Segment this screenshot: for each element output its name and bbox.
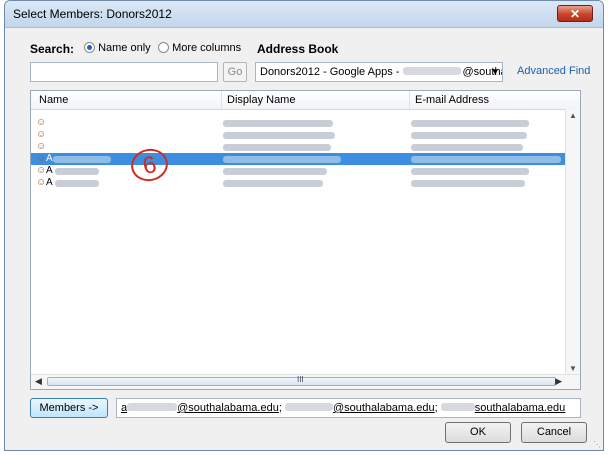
radio-more-columns-label: More columns	[172, 42, 242, 54]
list-row[interactable]: ☺	[31, 129, 568, 141]
radio-more-columns[interactable]: More columns	[158, 42, 241, 54]
member-entry-1: a @southalabama.edu	[121, 402, 279, 414]
person-icon: ☺	[36, 141, 47, 152]
row-name: A	[46, 165, 53, 176]
radio-button-checked[interactable]	[84, 42, 95, 53]
redacted-email	[411, 132, 527, 139]
advanced-find-link[interactable]: Advanced Find	[517, 65, 590, 77]
select-members-dialog: Select Members: Donors2012 ✕ Search: Nam…	[4, 0, 604, 451]
redacted-text	[403, 67, 462, 75]
address-book-dropdown[interactable]: Donors2012 - Google Apps - @southa ▾	[255, 62, 503, 82]
address-list[interactable]: Name Display Name E-mail Address ☺ ☺ ☺ ☺	[30, 90, 581, 390]
person-icon: ☺	[36, 177, 47, 188]
list-row[interactable]: ☺	[31, 141, 568, 153]
members-field[interactable]: a @southalabama.edu; @southalabama.edu; s…	[116, 398, 581, 418]
search-input[interactable]	[30, 62, 218, 82]
person-icon: ☺	[36, 129, 47, 140]
column-header-name[interactable]: Name	[39, 94, 68, 106]
redacted-email	[411, 156, 561, 163]
redacted-name	[55, 180, 99, 187]
member-entry-1-domain: @southalabama.edu	[177, 402, 279, 414]
column-header-display-name[interactable]: Display Name	[227, 94, 295, 106]
redacted-text	[440, 403, 475, 411]
redacted-name	[55, 168, 99, 175]
person-icon: ☺	[36, 153, 47, 164]
resize-grip-icon[interactable]: ⋱	[593, 440, 601, 449]
scroll-left-icon[interactable]: ◀	[35, 376, 42, 387]
scroll-thumb[interactable]: III	[47, 375, 556, 386]
redacted-display-name	[223, 144, 331, 151]
chevron-down-icon[interactable]: ▾	[492, 63, 498, 81]
vertical-scrollbar[interactable]: ▲ ▼	[565, 109, 580, 375]
scroll-right-icon[interactable]: ▶	[555, 376, 562, 387]
person-icon: ☺	[36, 165, 47, 176]
address-book-label: Address Book	[257, 42, 339, 56]
grip-icon: III	[297, 375, 304, 384]
title-bar: Select Members: Donors2012 ✕	[5, 1, 603, 28]
ok-button[interactable]: OK	[445, 422, 511, 443]
member-entry-2: @southalabama.edu	[284, 402, 435, 414]
redacted-email	[411, 144, 523, 151]
list-row-selected[interactable]: ☺ A	[31, 153, 568, 165]
separator: ;	[434, 402, 441, 414]
person-icon: ☺	[36, 117, 47, 128]
redacted-display-name	[223, 180, 323, 187]
row-name: A	[46, 153, 53, 164]
redacted-text	[127, 403, 178, 411]
scroll-up-icon[interactable]: ▲	[569, 111, 577, 120]
list-header: Name Display Name E-mail Address	[31, 91, 580, 110]
redacted-display-name	[223, 156, 341, 163]
row-name: A	[46, 177, 53, 188]
redacted-display-name	[223, 120, 333, 127]
column-divider[interactable]	[221, 91, 222, 109]
go-button[interactable]: Go	[223, 62, 247, 82]
cancel-button[interactable]: Cancel	[521, 422, 587, 443]
member-entry-2-domain: @southalabama.edu	[332, 402, 435, 414]
member-entry-3: southalabama.edu	[440, 402, 566, 414]
redacted-text	[284, 403, 333, 411]
list-row[interactable]: ☺	[31, 117, 568, 129]
radio-button-unchecked[interactable]	[158, 42, 169, 53]
window-title: Select Members: Donors2012	[13, 7, 172, 21]
close-button[interactable]: ✕	[557, 5, 593, 22]
redacted-display-name	[223, 132, 335, 139]
column-divider[interactable]	[409, 91, 410, 109]
redacted-email	[411, 180, 525, 187]
horizontal-scrollbar[interactable]: ◀ III ▶	[31, 374, 580, 389]
scroll-down-icon[interactable]: ▼	[569, 364, 577, 373]
search-label: Search:	[30, 42, 75, 56]
address-book-selected-prefix: Donors2012 - Google Apps -	[260, 66, 403, 78]
radio-name-only[interactable]: Name only	[84, 42, 151, 54]
list-row[interactable]: ☺ A	[31, 165, 568, 177]
redacted-email	[411, 120, 529, 127]
list-row[interactable]: ☺ A	[31, 177, 568, 189]
column-header-email[interactable]: E-mail Address	[415, 94, 489, 106]
redacted-name	[53, 156, 111, 163]
radio-name-only-label: Name only	[98, 42, 151, 54]
member-entry-3-domain: southalabama.edu	[474, 402, 566, 414]
members-button[interactable]: Members ->	[30, 398, 108, 418]
redacted-email	[411, 168, 529, 175]
redacted-display-name	[223, 168, 327, 175]
